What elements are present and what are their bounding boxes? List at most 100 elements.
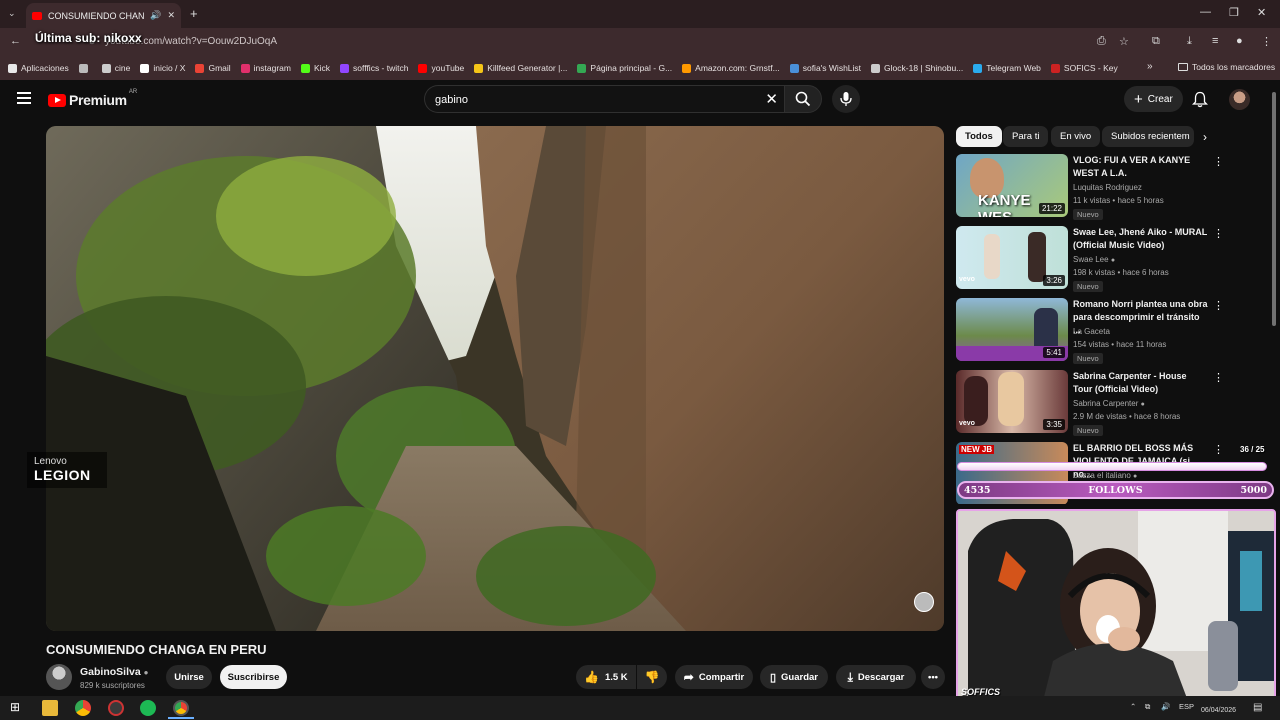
- chips-next-icon[interactable]: ›: [1203, 130, 1207, 144]
- more-options-icon[interactable]: ⋮: [1213, 227, 1224, 240]
- user-avatar[interactable]: [1229, 89, 1250, 110]
- recommendation-channel[interactable]: Luquitas Rodriguez: [1073, 183, 1142, 192]
- bookmarks-overflow-icon[interactable]: »: [1147, 61, 1153, 72]
- minimize-icon[interactable]: —: [1200, 6, 1211, 18]
- more-actions-button[interactable]: •••: [921, 665, 945, 689]
- notification-center-icon[interactable]: ▤: [1253, 702, 1262, 713]
- channel-watermark-icon[interactable]: [914, 592, 934, 612]
- new-badge: Nuevo: [1073, 425, 1103, 436]
- window-close-icon[interactable]: ✕: [1257, 6, 1266, 19]
- bookmark-item[interactable]: Página principal - G...: [577, 63, 672, 73]
- menu-dots-icon[interactable]: ⋮: [1261, 35, 1272, 48]
- search-input[interactable]: gabino: [435, 94, 468, 106]
- verified-icon: ●: [143, 668, 149, 677]
- download-button[interactable]: ⤓ Descargar: [836, 665, 916, 689]
- video-player[interactable]: [46, 126, 944, 631]
- bookmark-item[interactable]: Kick: [300, 63, 330, 73]
- youtube-logo[interactable]: Premium AR: [48, 89, 137, 108]
- recommendation-title[interactable]: VLOG: FUI A VER A KANYE WEST A L.A.: [1073, 154, 1208, 180]
- voice-search-button[interactable]: [832, 85, 860, 113]
- bookmark-item[interactable]: Glock-18 | Shinobu...: [871, 63, 963, 73]
- clear-search-icon[interactable]: ✕: [765, 90, 778, 108]
- bookmark-item[interactable]: [78, 63, 92, 73]
- search-button[interactable]: [784, 85, 822, 113]
- bookmark-item[interactable]: Telegram Web: [973, 63, 1041, 73]
- tab-close-icon[interactable]: ✕: [167, 10, 175, 21]
- join-button[interactable]: Unirse: [166, 665, 212, 689]
- media-control-icon[interactable]: ≡: [1212, 35, 1218, 47]
- bookmark-item[interactable]: sofia's WishList: [789, 63, 861, 73]
- subscribe-button[interactable]: Suscribirse: [220, 665, 287, 689]
- channel-avatar[interactable]: [46, 664, 72, 690]
- bookmark-item[interactable]: instagram: [240, 63, 291, 73]
- more-options-icon[interactable]: ⋮: [1213, 443, 1224, 456]
- save-button[interactable]: ▯ Guardar: [760, 665, 828, 689]
- language-indicator[interactable]: ESP: [1179, 702, 1194, 711]
- browser-tab-active[interactable]: CONSUMIENDO CHANGA E 🔊 ✕: [26, 3, 181, 28]
- recommendation-channel[interactable]: La Gaceta: [1073, 327, 1110, 336]
- recommendation-title[interactable]: Swae Lee, Jhené Aiko - MURAL (Official M…: [1073, 226, 1208, 252]
- tab-search-icon[interactable]: ⌄: [8, 8, 16, 19]
- chip-en-vivo[interactable]: En vivo: [1051, 126, 1101, 147]
- tray-overflow-icon[interactable]: ⌃: [1130, 702, 1136, 711]
- recommendation-channel[interactable]: Swae Lee ●: [1073, 255, 1115, 264]
- bookmark-item[interactable]: SOFICS - Key: [1050, 63, 1118, 73]
- new-tab-icon[interactable]: +: [190, 6, 198, 21]
- search-box[interactable]: gabino ✕: [424, 85, 784, 113]
- file-explorer-icon[interactable]: [42, 700, 58, 716]
- like-button[interactable]: 👍 1.5 K: [576, 665, 636, 689]
- share-button[interactable]: ➦ Compartir: [675, 665, 753, 689]
- back-icon[interactable]: ←: [10, 35, 21, 47]
- page-scrollbar[interactable]: [1272, 92, 1276, 326]
- chip-todos[interactable]: Todos: [956, 126, 1002, 147]
- notifications-bell-icon[interactable]: [1192, 91, 1208, 108]
- recommendation-thumbnail[interactable]: vevo 3:26: [956, 226, 1068, 289]
- more-options-icon[interactable]: ⋮: [1213, 155, 1224, 168]
- profile-icon[interactable]: ●: [1236, 35, 1243, 47]
- volume-icon[interactable]: 🔊: [1161, 702, 1170, 711]
- chrome-active-icon[interactable]: [173, 700, 189, 716]
- chip-para-ti[interactable]: Para ti: [1003, 126, 1049, 147]
- recommendation-item[interactable]: vevo 3:26 Swae Lee, Jhené Aiko - MURAL (…: [956, 226, 1226, 292]
- chrome-icon[interactable]: [75, 700, 91, 716]
- bookmark-item[interactable]: youTube: [418, 63, 464, 73]
- recommendation-thumbnail[interactable]: KANYE WES 21:22: [956, 154, 1068, 217]
- bookmark-item[interactable]: sofffics - twitch: [340, 63, 408, 73]
- chip-subidos-recientemente[interactable]: Subidos recientem: [1102, 126, 1194, 147]
- bookmark-label: youTube: [431, 63, 465, 73]
- channel-name[interactable]: GabinoSilva ●: [80, 666, 148, 678]
- more-options-icon[interactable]: ⋮: [1213, 299, 1224, 312]
- create-button[interactable]: + Crear: [1124, 86, 1183, 112]
- bookmark-item[interactable]: Aplicaciones: [8, 63, 69, 73]
- recommendation-thumbnail[interactable]: 5:41: [956, 298, 1068, 361]
- bookmark-item[interactable]: Gmail: [195, 63, 231, 73]
- obs-icon[interactable]: [108, 700, 124, 716]
- bookmark-star-icon[interactable]: ☆: [1119, 35, 1129, 48]
- windows-start-icon[interactable]: ⊞: [10, 700, 20, 714]
- more-options-icon[interactable]: ⋮: [1213, 371, 1224, 384]
- restore-icon[interactable]: ❐: [1229, 6, 1239, 19]
- extensions-icon[interactable]: ⧉: [1152, 35, 1160, 48]
- download-icon[interactable]: ⤓: [1187, 35, 1192, 48]
- recommendation-channel[interactable]: Sabrina Carpenter ●: [1073, 399, 1145, 408]
- all-bookmarks-folder[interactable]: Todos los marcadores: [1178, 62, 1275, 72]
- bookmark-item[interactable]: Amazon.com: Grnstf...: [682, 63, 780, 73]
- recommendation-item[interactable]: KANYE WES 21:22 VLOG: FUI A VER A KANYE …: [956, 154, 1226, 220]
- clock-date[interactable]: 06/04/2026: [1201, 707, 1236, 714]
- recommendation-thumbnail[interactable]: vevo 3:35: [956, 370, 1068, 433]
- bookmark-label: SOFICS - Key: [1063, 63, 1118, 73]
- speaker-icon[interactable]: 🔊: [150, 10, 161, 21]
- bookmark-item[interactable]: Killfeed Generator |...: [474, 63, 567, 73]
- recommendation-title[interactable]: Sabrina Carpenter - House Tour (Official…: [1073, 370, 1208, 396]
- dislike-button[interactable]: 👎: [637, 665, 667, 689]
- verified-icon: ●: [1140, 401, 1145, 408]
- recommendation-item[interactable]: vevo 3:35 Sabrina Carpenter - House Tour…: [956, 370, 1226, 436]
- tray-apps-icon[interactable]: ⧉: [1145, 702, 1150, 712]
- spotify-icon[interactable]: [140, 700, 156, 716]
- hamburger-menu-icon[interactable]: [17, 92, 31, 107]
- bookmark-item[interactable]: inicio / X: [140, 63, 185, 73]
- recommendation-channel[interactable]: Zazza el italiano ●: [1073, 471, 1137, 480]
- recommendation-item[interactable]: 5:41 Romano Norri plantea una obra para …: [956, 298, 1226, 364]
- install-app-icon[interactable]: ⎙: [1097, 35, 1106, 48]
- bookmark-item[interactable]: cine: [101, 63, 130, 73]
